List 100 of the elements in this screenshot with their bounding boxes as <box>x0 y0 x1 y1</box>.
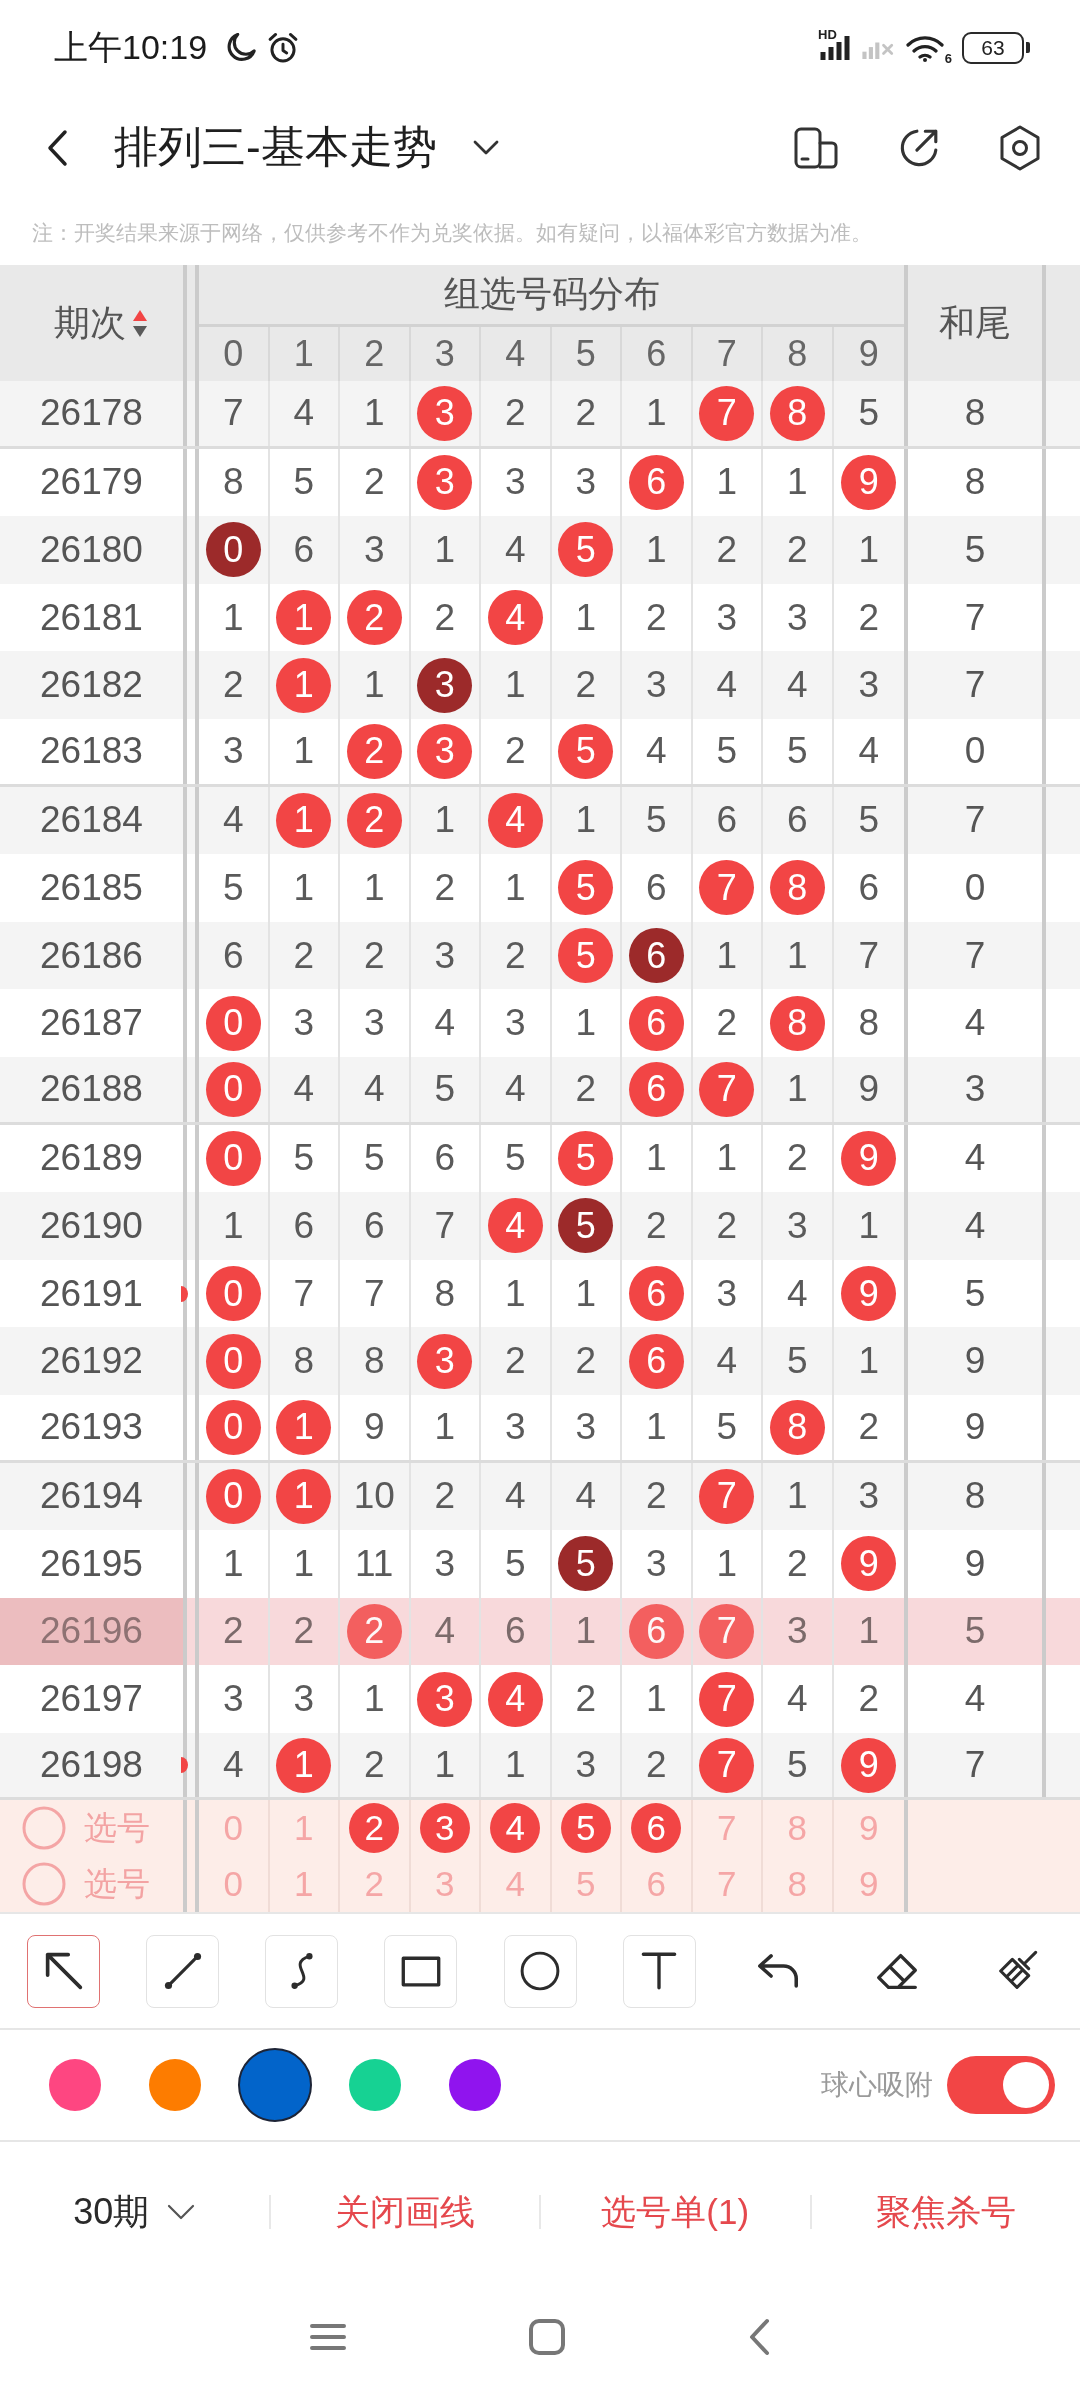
number-ball: 5 <box>558 522 614 578</box>
menu-icon[interactable] <box>310 2323 346 2352</box>
digit-option[interactable]: 0 <box>208 1803 259 1854</box>
table-cell-text: 8 <box>963 391 987 436</box>
period-cell-text: 26190 <box>39 1203 144 1248</box>
table-cell: 5 <box>692 718 763 784</box>
digit-option[interactable]: 2 <box>349 1859 400 1910</box>
period-cell-text: 26192 <box>39 1339 144 1384</box>
caret-icon <box>167 2204 196 2221</box>
number-ball: 4 <box>487 1671 543 1727</box>
number-ball: 0 <box>205 1061 261 1117</box>
table-cell: 3 <box>199 718 270 784</box>
table-cell: 1 <box>481 1732 552 1798</box>
toggle-switch[interactable] <box>947 2056 1055 2115</box>
digit-option[interactable]: 3 <box>419 1803 470 1854</box>
number-ball: 0 <box>205 1266 261 1321</box>
swatch-icon[interactable] <box>49 2059 101 2112</box>
table-cell: 4 <box>622 718 693 784</box>
back-icon[interactable] <box>46 128 68 167</box>
digit-option[interactable]: 5 <box>560 1859 611 1910</box>
moon-icon <box>227 32 258 63</box>
radio-circle-icon[interactable] <box>22 1806 66 1851</box>
digit-option[interactable]: 8 <box>772 1859 823 1910</box>
table-cell-text: 2 <box>857 595 881 640</box>
column-header: 9 <box>857 332 880 376</box>
table-cell: 5 <box>410 1056 481 1122</box>
title-dropdown[interactable]: 排列三-基本走势 <box>114 118 499 177</box>
number-ball: 7 <box>699 1737 755 1793</box>
period-dropdown[interactable]: 30期 <box>73 2187 196 2237</box>
home-icon[interactable] <box>529 2319 565 2356</box>
swatch-icon[interactable] <box>449 2059 501 2112</box>
table-cell-text: 1 <box>857 1203 881 1248</box>
table-cell-text: 1 <box>857 528 881 572</box>
number-ball: 1 <box>276 657 332 713</box>
table-cell-text: 4 <box>857 729 881 774</box>
caret-icon <box>472 140 499 155</box>
digit-option[interactable]: 0 <box>208 1859 259 1910</box>
digit-option[interactable]: 8 <box>772 1803 823 1854</box>
table-cell: 1 <box>763 1056 834 1122</box>
digit-option[interactable]: 6 <box>631 1859 682 1910</box>
undo-icon[interactable] <box>756 1952 801 1991</box>
digit-option[interactable]: 4 <box>490 1803 541 1854</box>
action-link[interactable]: 聚焦杀号 <box>875 2188 1016 2236</box>
wifi-icon <box>906 33 944 62</box>
table-cell-text: 9 <box>963 1339 987 1384</box>
table-cell: 4 <box>199 1732 270 1798</box>
swatch-icon[interactable] <box>149 2059 201 2112</box>
action-link[interactable]: 关闭画线 <box>334 2188 475 2236</box>
digit-option[interactable]: 5 <box>560 1803 611 1854</box>
table-cell-text: 7 <box>963 595 987 640</box>
text-tool-icon <box>641 1952 678 1991</box>
table-cell-text: 5 <box>963 1609 987 1654</box>
radio-circle-icon[interactable] <box>22 1862 66 1907</box>
number-ball: 5 <box>558 1130 614 1186</box>
number-ball: 3 <box>417 1671 473 1727</box>
eraser-icon[interactable] <box>875 1951 920 1991</box>
sort-header[interactable]: 期次 <box>0 265 183 381</box>
number-ball: 2 <box>346 1604 402 1659</box>
number-ball: 8 <box>769 995 825 1051</box>
action-link[interactable]: 选号单(1) <box>601 2188 750 2236</box>
number-ball: 7 <box>699 1604 755 1659</box>
table-cell-text: 6 <box>857 865 881 910</box>
table-cell: 5 <box>763 1732 834 1798</box>
table-cell: 2 <box>551 1056 622 1122</box>
group-heading: 组选号码分布 <box>199 265 904 327</box>
clock-time: 上午10:19 <box>54 26 208 68</box>
number-ball: 6 <box>628 928 684 984</box>
table-cell-text: 9 <box>857 1067 881 1112</box>
table-cell-text: 0 <box>963 729 987 774</box>
number-ball: 8 <box>769 860 825 916</box>
period-cell-text: 26188 <box>39 1067 144 1112</box>
settings-icon[interactable] <box>1000 124 1040 171</box>
digit-option[interactable]: 1 <box>278 1803 329 1854</box>
digit-option[interactable]: 7 <box>701 1859 752 1910</box>
digit-option[interactable]: 9 <box>843 1803 894 1854</box>
digit-option[interactable]: 6 <box>631 1803 682 1854</box>
column-header: 和尾 <box>938 300 1012 345</box>
number-ball: 1 <box>276 792 332 848</box>
number-ball: 7 <box>699 1468 755 1524</box>
digit-option[interactable]: 2 <box>349 1803 400 1854</box>
table-cell-text: 8 <box>963 1474 987 1519</box>
table-cell: 1 <box>410 1394 481 1460</box>
device-icon[interactable] <box>794 126 838 169</box>
digit-option[interactable]: 4 <box>490 1859 541 1910</box>
number-ball: 7 <box>699 860 755 916</box>
table-cell-text: 5 <box>963 1271 987 1316</box>
number-ball: 0 <box>205 522 261 578</box>
swatch-icon[interactable] <box>349 2059 401 2112</box>
table-cell-text: 3 <box>857 663 881 708</box>
digit-option[interactable]: 3 <box>419 1859 470 1910</box>
number-ball: 3 <box>417 657 473 713</box>
number-ball: 1 <box>276 590 332 646</box>
digit-option[interactable]: 9 <box>843 1859 894 1910</box>
circle-icon <box>520 1951 560 1992</box>
digit-option[interactable]: 7 <box>701 1803 752 1854</box>
tool-button[interactable] <box>27 1934 100 2008</box>
number-ball: 1 <box>276 1737 332 1793</box>
number-ball: 5 <box>558 1198 614 1254</box>
digit-option[interactable]: 1 <box>278 1859 329 1910</box>
table-cell-text: 4 <box>963 1001 987 1046</box>
